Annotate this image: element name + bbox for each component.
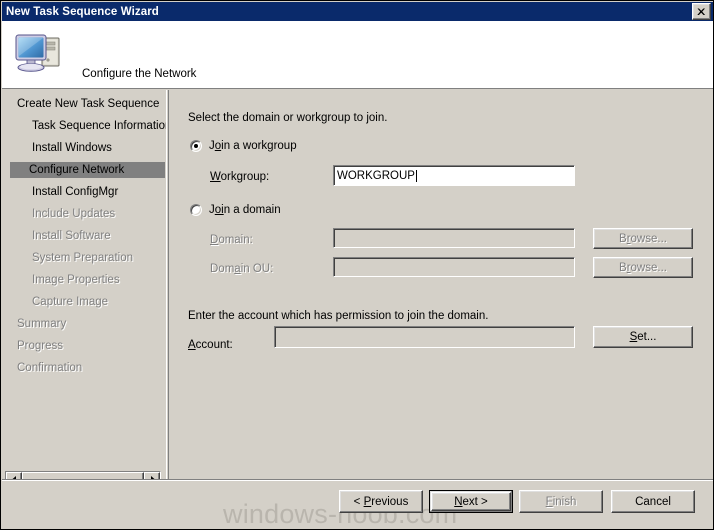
workgroup-label: Workgroup: [210,171,270,183]
close-icon [697,8,706,15]
domain-label: Domain: [210,234,253,246]
sidebar-item-install-configmgr[interactable]: Install ConfigMgr [28,184,118,200]
join-domain-label: Join a domain [209,204,281,216]
sidebar-item-system-preparation: System Preparation [32,252,133,264]
sidebar-item-configure-network[interactable]: Configure Network [10,162,165,178]
domain-ou-browse-button: Browse... [593,257,693,278]
domain-ou-label: Domain OU: [210,263,274,275]
sidebar-item-progress: Progress [17,340,64,352]
cancel-button[interactable]: Cancel [611,490,695,513]
sidebar-item-include-updates: Include Updates [32,208,116,220]
text-caret [415,169,417,182]
radio-indicator-workgroup [190,140,202,152]
account-instruction-text: Enter the account which has permission t… [188,310,489,322]
sidebar-item-capture-image: Capture Image [32,296,109,308]
sidebar-item-image-properties: Image Properties [32,274,120,286]
join-workgroup-radio[interactable]: Join a workgroup [190,140,297,152]
sidebar-item-summary: Summary [17,318,67,330]
title-bar: New Task Sequence Wizard [2,2,713,21]
computer-icon [15,34,60,72]
next-button-inner: Next > [431,492,511,511]
domain-browse-button: Browse... [593,228,693,249]
domain-ou-browse-label: Browse... [619,261,667,274]
domain-browse-label: Browse... [619,232,667,245]
account-input [274,326,575,348]
page-title: Configure the Network [82,68,197,80]
new-task-sequence-wizard-window: New Task Sequence Wizard Configure the N… [0,0,714,530]
domain-input [333,228,575,248]
set-account-label: Set... [629,331,657,343]
wizard-step-list: Create New Task Sequence Task Sequence I… [2,90,167,494]
domain-ou-input [333,257,575,277]
next-label: Next > [454,495,488,508]
sidebar-item-install-software: Install Software [32,230,111,242]
finish-button: Finish [519,490,603,513]
cancel-label: Cancel [635,495,671,508]
sidebar-item-task-sequence-information[interactable]: Task Sequence Information [28,118,166,134]
sidebar-item-confirmation: Confirmation [17,362,83,374]
set-account-button[interactable]: Set... [593,326,693,348]
join-workgroup-label: Join a workgroup [209,140,297,152]
workgroup-input-value: WORKGROUP [337,169,415,182]
join-domain-radio[interactable]: Join a domain [190,204,281,216]
window-title: New Task Sequence Wizard [6,5,159,18]
instruction-text: Select the domain or workgroup to join. [188,112,388,124]
account-label: Account: [188,339,233,351]
previous-button[interactable]: < Previous [339,490,423,513]
sidebar-item-install-windows[interactable]: Install Windows [28,140,112,156]
wizard-header: Configure the Network [2,21,713,89]
previous-label: < Previous [353,495,409,508]
finish-label: Finish [545,495,577,508]
sidebar-item-create-new-task-sequence[interactable]: Create New Task Sequence [13,96,159,112]
next-button[interactable]: Next > [429,490,513,513]
workgroup-input[interactable]: WORKGROUP [333,165,575,186]
footer-divider [2,479,713,481]
radio-indicator-domain [190,204,202,216]
wizard-content-pane: Select the domain or workgroup to join. … [168,90,713,494]
close-button[interactable] [692,3,711,20]
